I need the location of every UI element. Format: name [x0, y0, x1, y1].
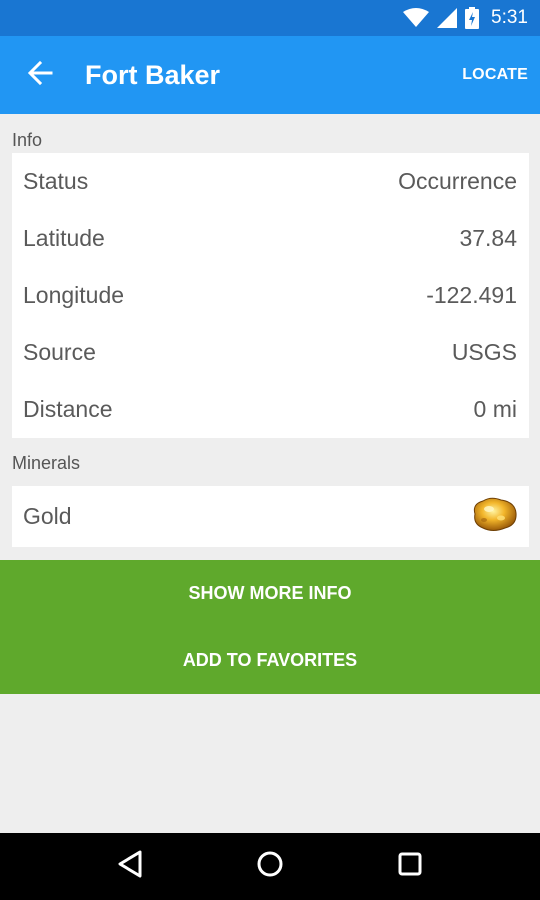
- page-title: Fort Baker: [85, 59, 221, 90]
- status-bar: 5:31: [0, 0, 540, 36]
- app-bar: Fort Baker LOCATE: [0, 36, 540, 114]
- circle-home-icon: [256, 850, 284, 883]
- signal-icon: [437, 8, 458, 28]
- show-more-info-button[interactable]: SHOW MORE INFO: [0, 560, 540, 627]
- navigation-bar: [0, 833, 540, 900]
- info-label: Distance: [23, 396, 113, 422]
- mineral-item-gold[interactable]: Gold: [12, 486, 529, 547]
- battery-charging-icon: [465, 7, 480, 29]
- status-time: 5:31: [491, 7, 528, 28]
- info-value: 0 mi: [473, 396, 517, 422]
- info-label: Longitude: [23, 282, 125, 308]
- info-row-status: Status Occurrence: [12, 153, 529, 210]
- minerals-section-label: Minerals: [12, 453, 81, 473]
- info-row-latitude: Latitude 37.84: [12, 210, 529, 267]
- minerals-card: Gold: [12, 486, 529, 547]
- info-row-distance: Distance 0 mi: [12, 381, 529, 438]
- info-value: -122.491: [426, 282, 517, 308]
- info-row-source: Source USGS: [12, 324, 529, 381]
- info-row-longitude: Longitude -122.491: [12, 267, 529, 324]
- info-label: Latitude: [23, 225, 105, 251]
- info-label: Status: [23, 168, 89, 194]
- nav-recents-button[interactable]: [380, 837, 440, 897]
- arrow-back-icon: [27, 60, 53, 91]
- info-value: Occurrence: [398, 168, 517, 194]
- square-recents-icon: [397, 851, 423, 882]
- mineral-name: Gold: [23, 503, 72, 529]
- add-to-favorites-button[interactable]: ADD TO FAVORITES: [0, 627, 540, 694]
- info-value: 37.84: [459, 225, 517, 251]
- nav-back-button[interactable]: [100, 837, 160, 897]
- back-button[interactable]: [0, 36, 80, 114]
- action-panel: SHOW MORE INFO ADD TO FAVORITES: [0, 560, 540, 694]
- locate-button[interactable]: LOCATE: [450, 36, 540, 114]
- info-value: USGS: [451, 339, 517, 365]
- info-section-label: Info: [12, 130, 43, 150]
- info-card: Status Occurrence Latitude 37.84 Longitu…: [12, 153, 529, 438]
- wifi-icon: [403, 8, 430, 28]
- nav-home-button[interactable]: [240, 837, 300, 897]
- gold-nugget-icon: [469, 494, 519, 540]
- triangle-back-icon: [117, 850, 143, 883]
- info-label: Source: [23, 339, 96, 365]
